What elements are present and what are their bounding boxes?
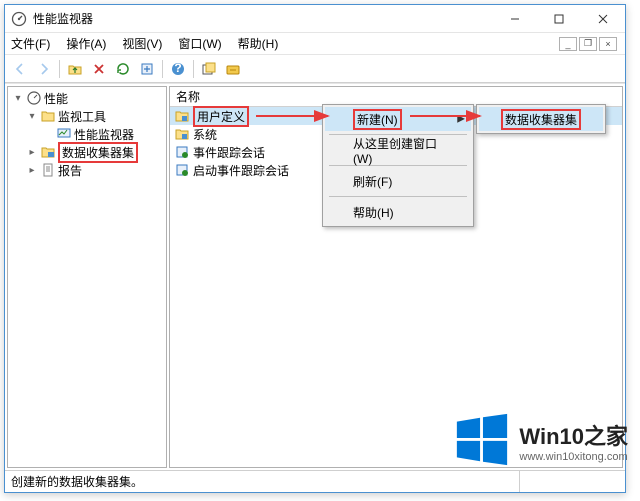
perfmon-icon [26,90,42,106]
statusbar: 创建新的数据收集器集。 [5,470,625,492]
window-title: 性能监视器 [33,10,493,27]
new-window-button[interactable] [198,58,220,80]
context-menu: 新建(N) ▶ 从这里创建窗口(W) 刷新(F) 帮助(H) [322,104,474,227]
list-label: 启动事件跟踪会话 [193,162,289,179]
expander-icon[interactable]: ▾ [12,92,24,104]
menu-action[interactable]: 操作(A) [64,33,108,54]
column-name: 名称 [176,88,200,105]
tree-label: 性能 [44,90,68,107]
sub-collector-set[interactable]: 数据收集器集 [479,107,603,131]
status-spacer [519,471,619,492]
mdi-restore[interactable]: ❐ [579,37,597,51]
export-button[interactable] [136,58,158,80]
tree-monitor-tools[interactable]: ▾ 监视工具 [10,107,164,125]
forward-button[interactable] [33,58,55,80]
context-submenu: 数据收集器集 [476,104,606,134]
ctx-label: 新建(N) [353,109,402,130]
ctx-help[interactable]: 帮助(H) [325,200,471,224]
titlebar: 性能监视器 [5,5,625,33]
expander-spacer [42,128,54,140]
report-icon [40,162,56,178]
minimize-button[interactable] [493,5,537,33]
ctx-label: 从这里创建窗口(W) [353,135,449,166]
maximize-button[interactable] [537,5,581,33]
tree-perfmon[interactable]: 性能监视器 [10,125,164,143]
toolbar-separator [162,60,163,78]
tree-label: 监视工具 [58,108,106,125]
trace-icon [174,144,190,160]
refresh-button[interactable] [112,58,134,80]
menu-window[interactable]: 窗口(W) [176,33,223,54]
trace-icon [174,162,190,178]
expander-icon[interactable]: ▸ [26,164,38,176]
back-button[interactable] [9,58,31,80]
collector-icon [40,144,56,160]
menu-file[interactable]: 文件(F) [9,33,52,54]
menu-view[interactable]: 视图(V) [120,33,164,54]
perfmon-window: 性能监视器 文件(F) 操作(A) 视图(V) 窗口(W) 帮助(H) _ ❐ … [4,4,626,493]
expander-icon[interactable]: ▾ [26,110,38,122]
ctx-refresh[interactable]: 刷新(F) [325,169,471,193]
ctx-label: 刷新(F) [353,173,392,190]
ctx-new[interactable]: 新建(N) ▶ [325,107,471,131]
run-button[interactable] [222,58,244,80]
menu-help[interactable]: 帮助(H) [236,33,281,54]
tree-label: 性能监视器 [74,126,134,143]
ctx-separator [329,196,467,197]
tree-label: 数据收集器集 [58,142,138,163]
folder-icon [174,108,190,124]
client-area: ▾ 性能 ▾ 监视工具 性能监视器 ▸ 数据收集器集 ▸ [5,83,625,470]
close-button[interactable] [581,5,625,33]
list-label: 事件跟踪会话 [193,144,265,161]
folder-icon [40,108,56,124]
menubar: 文件(F) 操作(A) 视图(V) 窗口(W) 帮助(H) _ ❐ × [5,33,625,55]
svg-text:?: ? [174,61,181,75]
list-label: 用户定义 [193,106,249,127]
submenu-arrow-icon: ▶ [457,114,465,125]
list-label: 系统 [193,126,217,143]
monitor-icon [56,126,72,142]
toolbar-separator [59,60,60,78]
toolbar: ? [5,55,625,83]
tree-reports[interactable]: ▸ 报告 [10,161,164,179]
tree-pane[interactable]: ▾ 性能 ▾ 监视工具 性能监视器 ▸ 数据收集器集 ▸ [7,86,167,468]
app-icon [11,11,27,27]
help-button[interactable]: ? [167,58,189,80]
tree-label: 报告 [58,162,82,179]
mdi-minimize[interactable]: _ [559,37,577,51]
folder-icon [174,126,190,142]
tree-root[interactable]: ▾ 性能 [10,89,164,107]
mdi-close[interactable]: × [599,37,617,51]
tree-collector-sets[interactable]: ▸ 数据收集器集 [10,143,164,161]
status-text: 创建新的数据收集器集。 [11,473,519,490]
mdi-controls: _ ❐ × [559,37,621,51]
ctx-create-window[interactable]: 从这里创建窗口(W) [325,138,471,162]
folder-up-button[interactable] [64,58,86,80]
toolbar-separator [193,60,194,78]
expander-icon[interactable]: ▸ [26,146,38,158]
delete-button[interactable] [88,58,110,80]
sub-label: 数据收集器集 [501,109,581,130]
ctx-label: 帮助(H) [353,204,394,221]
